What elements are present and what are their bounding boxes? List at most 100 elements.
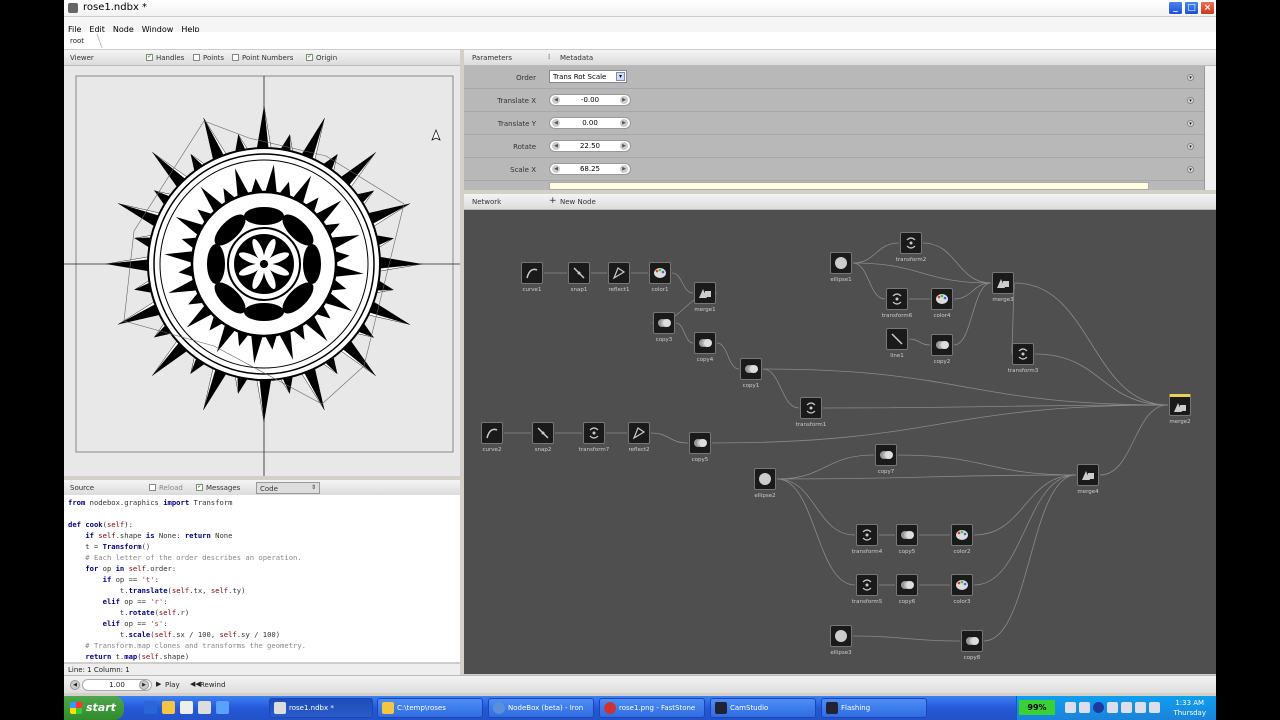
translate-x-field[interactable]: ◀ -0.00 ▶ [549,94,631,106]
connection-wire [650,432,689,444]
param-row-partial[interactable] [549,182,1149,190]
node-ellipse1[interactable] [830,252,852,274]
play-button[interactable]: Play [165,681,180,689]
close-button[interactable]: × [1200,1,1215,15]
decrement-icon[interactable]: ◀ [552,142,560,150]
node-copy6[interactable] [896,574,918,596]
node-copy7[interactable] [875,444,897,466]
node-color3[interactable] [951,574,973,596]
origin-checkbox[interactable] [306,52,313,61]
node-transform1[interactable] [800,397,822,419]
shield-tray-icon[interactable] [1079,702,1090,713]
handles-checkbox[interactable] [146,52,153,61]
node-reflect1[interactable] [608,262,630,284]
maximize-button[interactable]: □ [1184,1,1199,15]
source-editor[interactable]: from nodebox.graphics import Transform d… [64,495,460,662]
volume-tray-icon[interactable] [1135,702,1146,713]
viewer-title: Viewer [70,54,94,62]
param-expand-icon[interactable]: ▾ [1187,97,1194,104]
node-transform2[interactable] [900,232,922,254]
scale-x-field[interactable]: ◀ 68.25 ▶ [549,163,631,175]
node-snap2[interactable] [532,422,554,444]
reload-checkbox[interactable] [149,484,156,491]
node-transform6[interactable] [886,288,908,310]
translate-y-field[interactable]: ◀ 0.00 ▶ [549,117,631,129]
desktop-icon[interactable] [216,701,229,714]
decrement-icon[interactable]: ◀ [552,96,560,104]
viewer-canvas[interactable] [64,66,460,476]
node-merge2[interactable] [1169,394,1191,416]
node-merge3[interactable] [992,272,1014,294]
param-expand-icon[interactable]: ▾ [1187,143,1194,150]
start-button[interactable]: start [64,696,124,720]
node-color4[interactable] [931,288,953,310]
node-ellipse2[interactable] [754,468,776,490]
node-color1[interactable] [649,262,671,284]
node-transform7[interactable] [583,422,605,444]
node-ellipse3[interactable] [830,625,852,647]
node-merge4[interactable] [1077,464,1099,486]
node-copy5[interactable] [689,432,711,454]
frame-increment-icon[interactable]: ▶ [139,680,149,690]
tab-parameters[interactable]: Parameters [472,54,512,62]
rewind-button[interactable]: Rewind [200,681,225,689]
param-expand-icon[interactable]: ▾ [1187,166,1194,173]
media-icon[interactable] [198,701,211,714]
node-merge1[interactable] [694,282,716,304]
task-rose1[interactable]: rose1.ndbx * [269,698,373,718]
monitor-tray-icon[interactable] [1121,702,1132,713]
task-flashing[interactable]: Flashing [821,698,927,718]
node-copy3[interactable] [653,312,675,334]
grip-icon: ⁞ [548,53,551,61]
node-snap1[interactable] [568,262,590,284]
camera-icon[interactable] [180,701,193,714]
network-tray-icon[interactable] [1065,702,1076,713]
decrement-icon[interactable]: ◀ [552,165,560,173]
ie-icon[interactable] [144,701,157,714]
speaker-tray-icon[interactable] [1149,702,1160,713]
param-expand-icon[interactable]: ▾ [1187,74,1194,81]
decrement-icon[interactable]: ◀ [552,119,560,127]
task-camstudio[interactable]: CamStudio [710,698,816,718]
minimize-button[interactable]: _ [1168,1,1183,15]
node-copy5b[interactable] [896,524,918,546]
node-color2[interactable] [951,524,973,546]
order-select[interactable]: Trans Rot Scale ▾ [549,70,627,83]
node-copy1[interactable] [740,358,762,380]
task-temp-roses[interactable]: C:\temp\roses [377,698,483,718]
node-copy8[interactable] [961,630,983,652]
increment-icon[interactable]: ▶ [620,96,628,104]
printer-tray-icon[interactable] [1107,702,1118,713]
node-line1[interactable] [886,328,908,350]
rotate-field[interactable]: ◀ 22.50 ▶ [549,140,631,152]
new-node-button[interactable]: New Node [560,198,596,206]
network-canvas[interactable]: curve1 snap1 reflect1 color1 merge1 copy3 copy… [464,210,1216,674]
clock[interactable]: 1:33 AM Thursday [1173,698,1206,718]
node-copy2[interactable] [931,334,953,356]
folder-icon[interactable] [162,701,175,714]
increment-icon[interactable]: ▶ [620,165,628,173]
param-row-translate-x: Translate X ◀ -0.00 ▶ ▾ [464,89,1204,112]
points-checkbox[interactable] [193,54,200,61]
param-expand-icon[interactable]: ▾ [1187,120,1194,127]
breadcrumb-root[interactable]: root [70,37,84,45]
messages-checkbox[interactable] [196,482,203,491]
parameters-scrollbar[interactable] [1204,66,1216,190]
node-reflect2[interactable] [628,422,650,444]
node-copy4[interactable] [694,332,716,354]
code-mode-select[interactable]: Code ⇕ [256,482,320,494]
battery-indicator[interactable]: 99% [1019,700,1055,715]
task-faststone[interactable]: rose1.png - FastStone [599,698,705,718]
task-nodebox-iron[interactable]: NodeBox (beta) - Iron [488,698,594,718]
increment-icon[interactable]: ▶ [620,119,628,127]
node-transform5[interactable] [856,574,878,596]
node-curve2[interactable] [481,422,503,444]
increment-icon[interactable]: ▶ [620,142,628,150]
node-transform3[interactable] [1012,343,1034,365]
node-curve1[interactable] [521,262,543,284]
frame-decrement-icon[interactable]: ◀ [70,680,80,690]
bluetooth-tray-icon[interactable] [1093,702,1104,713]
tab-metadata[interactable]: Metadata [560,54,593,62]
point-numbers-checkbox[interactable] [232,54,239,61]
node-transform4[interactable] [856,524,878,546]
